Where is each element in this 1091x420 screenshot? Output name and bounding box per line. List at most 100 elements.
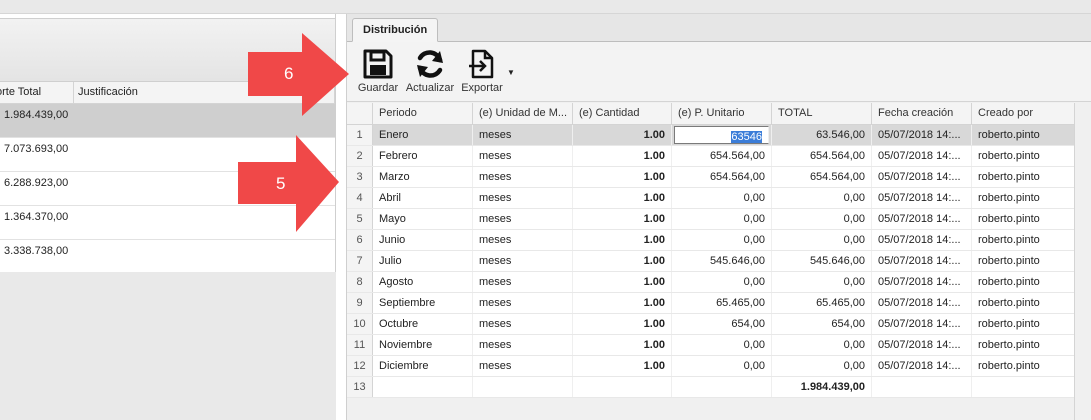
- periodo-cell: Diciembre: [373, 356, 473, 376]
- unidad-cell[interactable]: meses: [473, 356, 573, 376]
- p-unitario-cell[interactable]: 0,00: [672, 272, 772, 292]
- unidad-cell[interactable]: meses: [473, 146, 573, 166]
- creado-cell: roberto.pinto: [978, 276, 1040, 288]
- vertical-scrollbar[interactable]: [1074, 103, 1091, 420]
- column-header-total[interactable]: TOTAL: [772, 103, 872, 124]
- p-unitario-cell[interactable]: 0,00: [672, 209, 772, 229]
- unidad-cell[interactable]: meses: [473, 314, 573, 334]
- distribution-grid: Periodo (e) Unidad de M... (e) Cantidad …: [347, 103, 1074, 398]
- table-row[interactable]: 12 Diciembre meses 1.00 0,00 0,00 05/07/…: [347, 356, 1074, 377]
- cantidad-cell[interactable]: 1.00: [573, 188, 672, 208]
- importe-cell: 1.984.439,00: [4, 109, 69, 121]
- p-unitario-cell[interactable]: 63546: [672, 125, 772, 145]
- column-header-fecha-creacion[interactable]: Fecha creación: [872, 103, 972, 124]
- export-dropdown-arrow-icon[interactable]: ▼: [507, 68, 515, 77]
- cantidad-cell[interactable]: 1.00: [573, 293, 672, 313]
- creado-cell: roberto.pinto: [978, 318, 1040, 330]
- row-number: 8: [347, 272, 373, 292]
- column-header-cantidad[interactable]: (e) Cantidad: [573, 103, 672, 124]
- cantidad-cell: [573, 377, 672, 397]
- row-number: 2: [347, 146, 373, 166]
- p-unitario-cell: [672, 377, 772, 397]
- unidad-cell[interactable]: meses: [473, 125, 573, 145]
- table-row[interactable]: 1 Enero meses 1.00 63546 63.546,00 05/07…: [347, 125, 1074, 146]
- cantidad-cell[interactable]: 1.00: [573, 125, 672, 145]
- right-panel: Distribución Guardar Actualizar Exportar…: [346, 14, 1091, 420]
- row-number: 5: [347, 209, 373, 229]
- fecha-cell: 05/07/2018 14:...: [872, 356, 972, 376]
- p-unitario-cell[interactable]: 0,00: [672, 356, 772, 376]
- fecha-cell: 05/07/2018 14:...: [872, 167, 972, 187]
- creado-cell: roberto.pinto: [978, 339, 1040, 351]
- tab-distribucion[interactable]: Distribución: [352, 18, 439, 42]
- unidad-cell[interactable]: meses: [473, 293, 573, 313]
- total-cell: 654.564,00: [772, 167, 872, 187]
- column-header-p-unitario[interactable]: (e) P. Unitario: [672, 103, 772, 124]
- cantidad-cell[interactable]: 1.00: [573, 314, 672, 334]
- table-row[interactable]: 11 Noviembre meses 1.00 0,00 0,00 05/07/…: [347, 335, 1074, 356]
- creado-cell: roberto.pinto: [978, 150, 1040, 162]
- unidad-cell[interactable]: meses: [473, 251, 573, 271]
- cantidad-cell[interactable]: 1.00: [573, 167, 672, 187]
- table-row[interactable]: 8 Agosto meses 1.00 0,00 0,00 05/07/2018…: [347, 272, 1074, 293]
- unidad-cell[interactable]: meses: [473, 272, 573, 292]
- unidad-cell[interactable]: meses: [473, 167, 573, 187]
- table-row[interactable]: 9 Septiembre meses 1.00 65.465,00 65.465…: [347, 293, 1074, 314]
- creado-cell: roberto.pinto: [978, 255, 1040, 267]
- p-unitario-cell[interactable]: 65.465,00: [672, 293, 772, 313]
- column-header-unidad[interactable]: (e) Unidad de M...: [473, 103, 573, 124]
- row-number: 3: [347, 167, 373, 187]
- total-cell: 0,00: [772, 209, 872, 229]
- p-unitario-cell[interactable]: 654.564,00: [672, 167, 772, 187]
- total-cell: 0,00: [772, 335, 872, 355]
- exportar-button[interactable]: Exportar: [458, 48, 506, 94]
- p-unitario-editor-input[interactable]: 63546: [674, 126, 769, 144]
- cantidad-cell[interactable]: 1.00: [573, 335, 672, 355]
- p-unitario-cell[interactable]: 545.646,00: [672, 251, 772, 271]
- column-header-periodo[interactable]: Periodo: [373, 103, 473, 124]
- callout-label-6: 6: [284, 64, 294, 83]
- exportar-label: Exportar: [461, 82, 503, 94]
- column-header-creado-por[interactable]: Creado por: [972, 103, 1074, 124]
- cantidad-cell[interactable]: 1.00: [573, 272, 672, 292]
- cantidad-cell[interactable]: 1.00: [573, 251, 672, 271]
- table-row[interactable]: 3 Marzo meses 1.00 654.564,00 654.564,00…: [347, 167, 1074, 188]
- unidad-cell[interactable]: meses: [473, 209, 573, 229]
- top-strip: [0, 0, 1091, 14]
- cantidad-cell[interactable]: 1.00: [573, 356, 672, 376]
- importe-cell: 6.288.923,00: [4, 177, 69, 189]
- p-unitario-cell[interactable]: 0,00: [672, 188, 772, 208]
- fecha-cell: 05/07/2018 14:...: [872, 314, 972, 334]
- cantidad-cell[interactable]: 1.00: [573, 209, 672, 229]
- left-table-row[interactable]: 3.338.738,00: [0, 240, 335, 274]
- actualizar-button[interactable]: Actualizar: [404, 48, 456, 94]
- arrow-5-shape-icon: [238, 135, 339, 232]
- row-number: 12: [347, 356, 373, 376]
- p-unitario-cell[interactable]: 654,00: [672, 314, 772, 334]
- p-unitario-cell[interactable]: 0,00: [672, 335, 772, 355]
- unidad-cell[interactable]: meses: [473, 335, 573, 355]
- table-row[interactable]: 10 Octubre meses 1.00 654,00 654,00 05/0…: [347, 314, 1074, 335]
- p-unitario-cell[interactable]: 654.564,00: [672, 146, 772, 166]
- unidad-cell[interactable]: meses: [473, 230, 573, 250]
- table-row[interactable]: 6 Junio meses 1.00 0,00 0,00 05/07/2018 …: [347, 230, 1074, 251]
- total-cell: 0,00: [772, 230, 872, 250]
- cantidad-cell[interactable]: 1.00: [573, 230, 672, 250]
- periodo-cell: Febrero: [373, 146, 473, 166]
- total-cell: 65.465,00: [772, 293, 872, 313]
- row-number: 9: [347, 293, 373, 313]
- cantidad-cell[interactable]: 1.00: [573, 146, 672, 166]
- table-row[interactable]: 7 Julio meses 1.00 545.646,00 545.646,00…: [347, 251, 1074, 272]
- table-row[interactable]: 2 Febrero meses 1.00 654.564,00 654.564,…: [347, 146, 1074, 167]
- creado-cell: roberto.pinto: [978, 234, 1040, 246]
- guardar-button[interactable]: Guardar: [355, 48, 401, 94]
- table-row[interactable]: 5 Mayo meses 1.00 0,00 0,00 05/07/2018 1…: [347, 209, 1074, 230]
- total-cell: 654,00: [772, 314, 872, 334]
- column-header-importe-total[interactable]: orte Total: [0, 82, 74, 103]
- justificacion-cell: [74, 240, 335, 273]
- periodo-cell: Noviembre: [373, 335, 473, 355]
- callout-label-5: 5: [276, 174, 286, 193]
- unidad-cell[interactable]: meses: [473, 188, 573, 208]
- table-row[interactable]: 4 Abril meses 1.00 0,00 0,00 05/07/2018 …: [347, 188, 1074, 209]
- p-unitario-cell[interactable]: 0,00: [672, 230, 772, 250]
